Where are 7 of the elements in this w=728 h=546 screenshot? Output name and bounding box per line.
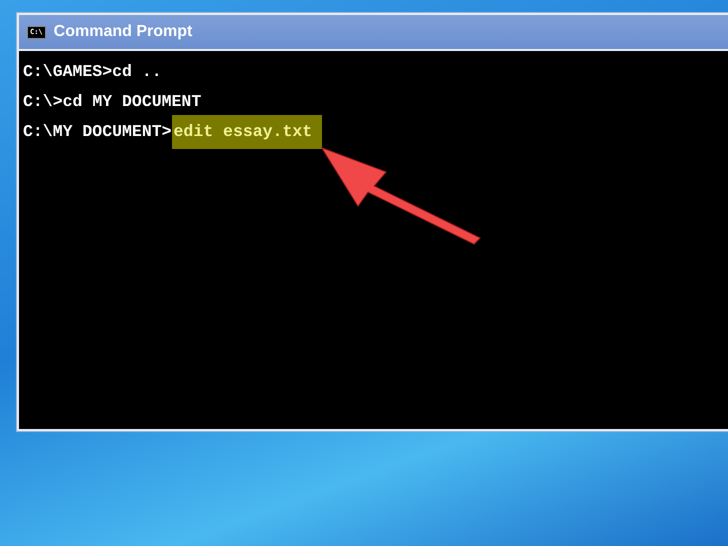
console-prompt: C:\GAMES> — [23, 60, 112, 83]
console-command: edit essay.txt — [172, 114, 322, 150]
console-prompt: C:\> — [23, 90, 63, 113]
console-command: cd MY DOCUMENT — [62, 90, 202, 113]
window-title: Command Prompt — [54, 22, 192, 42]
console-prompt: C:\MY DOCUMENT> — [23, 120, 172, 143]
console-command: cd .. — [112, 60, 162, 83]
